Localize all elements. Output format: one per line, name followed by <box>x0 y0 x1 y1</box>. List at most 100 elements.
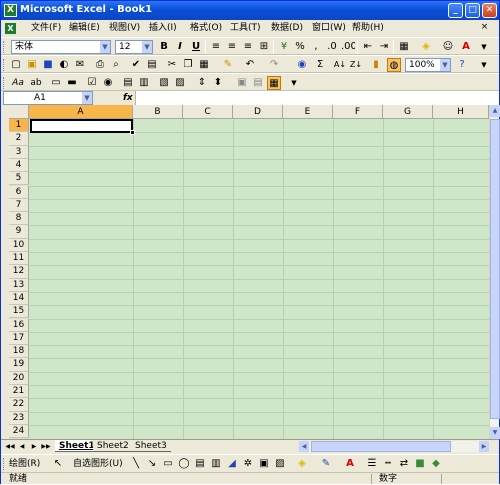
picture-icon[interactable]: ▨ <box>273 457 287 471</box>
maximize-button[interactable]: □ <box>465 3 480 18</box>
wordart-icon[interactable]: ◢ <box>225 457 239 471</box>
align-right-icon[interactable]: ≡ <box>241 40 255 54</box>
font-size-select[interactable]: 12 ▼ <box>115 40 153 54</box>
menu-file[interactable]: 文件(F) <box>31 22 61 35</box>
workbook-icon[interactable]: X <box>5 23 16 34</box>
vertical-scroll-thumb[interactable] <box>490 119 500 419</box>
toolbar-grip[interactable] <box>3 41 6 53</box>
zoom-select[interactable]: 100% ▼ <box>405 58 451 72</box>
column-header[interactable]: E <box>283 105 333 119</box>
oval-tool-icon[interactable]: ◯ <box>177 457 191 471</box>
font-name-select[interactable]: 宋体 ▼ <box>11 40 111 54</box>
close-button[interactable]: ✕ <box>482 3 497 18</box>
underline-button[interactable]: U <box>189 40 203 54</box>
column-header[interactable]: D <box>233 105 283 119</box>
diagram-icon[interactable]: ✲ <box>241 457 255 471</box>
row-header[interactable]: 18 <box>9 345 29 359</box>
scroll-down-icon[interactable]: ▼ <box>490 427 500 439</box>
hyperlink-icon[interactable]: ◉ <box>295 58 309 72</box>
research-icon[interactable]: ▤ <box>145 58 159 72</box>
sort-ascending-icon[interactable]: A↓ <box>333 58 347 72</box>
active-cell-a1[interactable] <box>30 119 135 135</box>
next-sheet-icon[interactable]: ▶ <box>29 441 39 452</box>
toolbar-grip[interactable] <box>3 77 6 89</box>
column-header[interactable]: G <box>383 105 433 119</box>
option-button-icon[interactable]: ◉ <box>101 76 115 90</box>
scroll-bar-icon[interactable]: ⇕ <box>195 76 209 90</box>
horizontal-scroll-thumb[interactable] <box>311 441 451 452</box>
menu-insert[interactable]: 插入(I) <box>149 22 177 35</box>
autosum-icon[interactable]: Σ <box>313 58 327 72</box>
menu-format[interactable]: 格式(O) <box>190 22 222 35</box>
menu-edit[interactable]: 编辑(E) <box>69 22 100 35</box>
chart-wizard-icon[interactable]: ▮ <box>369 58 383 72</box>
group-box-icon[interactable]: ▭ <box>49 76 63 90</box>
font-color-icon[interactable]: A <box>343 457 357 471</box>
close-workbook-button[interactable]: × <box>478 22 491 35</box>
chevron-down-icon[interactable]: ▼ <box>287 76 301 90</box>
menu-data[interactable]: 数据(D) <box>271 22 303 35</box>
decrease-indent-icon[interactable]: ⇤ <box>361 40 375 54</box>
rectangle-tool-icon[interactable]: ▭ <box>161 457 175 471</box>
shadow-style-icon[interactable]: ■ <box>413 457 427 471</box>
new-document-icon[interactable]: ▢ <box>9 58 23 72</box>
scroll-right-icon[interactable]: ▶ <box>479 441 489 452</box>
scroll-up-icon[interactable]: ▲ <box>490 105 500 117</box>
spinner-icon[interactable]: ⬍ <box>211 76 225 90</box>
line-color-icon[interactable]: ✎ <box>319 457 333 471</box>
copy-icon[interactable]: ❐ <box>181 58 195 72</box>
row-header[interactable]: 8 <box>9 212 29 226</box>
email-icon[interactable]: ✉ <box>73 58 87 72</box>
save-icon[interactable]: ■ <box>41 58 55 72</box>
print-preview-icon[interactable]: ⌕ <box>109 58 123 72</box>
row-header[interactable]: 4 <box>9 158 29 173</box>
chevron-down-icon[interactable]: ▼ <box>100 41 110 53</box>
help-icon[interactable]: ? <box>455 58 469 72</box>
insert-function-button[interactable]: fx <box>123 91 133 105</box>
italic-button[interactable]: I <box>173 40 187 54</box>
chevron-down-icon[interactable]: ▼ <box>477 58 491 72</box>
row-header[interactable]: 9 <box>9 225 29 239</box>
borders-icon[interactable]: ▦ <box>397 40 411 54</box>
sort-descending-icon[interactable]: Z↓ <box>349 58 363 72</box>
percent-icon[interactable]: % <box>293 40 307 54</box>
vertical-scrollbar[interactable]: ▲ ▼ <box>489 105 500 439</box>
vertical-text-box-icon[interactable]: ▥ <box>209 457 223 471</box>
toggle-grid-icon[interactable]: ▦ <box>267 76 281 90</box>
menu-help[interactable]: 帮助(H) <box>352 22 384 35</box>
chevron-down-icon[interactable]: ▼ <box>477 40 491 54</box>
merge-center-icon[interactable]: ⊞ <box>257 40 271 54</box>
edit-code-icon[interactable]: ▤ <box>251 76 265 90</box>
last-sheet-icon[interactable]: ▶▶ <box>41 441 51 452</box>
toolbar-grip[interactable] <box>3 458 6 470</box>
scroll-left-icon[interactable]: ◀ <box>299 441 309 452</box>
select-objects-icon[interactable]: ↖ <box>51 457 65 471</box>
row-header[interactable]: 1 <box>9 119 29 133</box>
decrease-decimal-icon[interactable]: .00 <box>341 40 355 54</box>
autoshapes-menu-button[interactable]: 自选图形(U) <box>73 458 123 470</box>
draw-menu-button[interactable]: 绘图(R) <box>9 458 40 470</box>
spelling-icon[interactable]: ✔ <box>129 58 143 72</box>
chevron-down-icon[interactable]: ▼ <box>82 92 92 104</box>
line-tool-icon[interactable]: ╲ <box>129 457 143 471</box>
currency-icon[interactable]: ¥ <box>277 40 291 54</box>
align-left-icon[interactable]: ≡ <box>209 40 223 54</box>
menu-window[interactable]: 窗口(W) <box>312 22 346 35</box>
cut-icon[interactable]: ✂ <box>165 58 179 72</box>
row-header[interactable]: 15 <box>9 305 29 319</box>
redo-icon[interactable]: ↷ <box>267 58 281 72</box>
prev-sheet-icon[interactable]: ◀ <box>17 441 27 452</box>
button-control-icon[interactable]: ▬ <box>65 76 79 90</box>
menu-view[interactable]: 视图(V) <box>109 22 140 35</box>
arrow-style-icon[interactable]: ⇄ <box>397 457 411 471</box>
column-header[interactable]: B <box>133 105 183 119</box>
emoji-icon[interactable]: ☺ <box>441 40 455 54</box>
sheet-tab-sheet2[interactable]: Sheet2 <box>93 440 133 452</box>
row-header[interactable]: 21 <box>9 385 29 399</box>
row-header[interactable]: 6 <box>9 185 29 199</box>
formula-input[interactable] <box>135 91 499 105</box>
combo-dropdown-edit-icon[interactable]: ▨ <box>173 76 187 90</box>
row-header[interactable]: 16 <box>9 318 29 332</box>
column-header[interactable]: F <box>333 105 383 119</box>
combo-list-edit-icon[interactable]: ▧ <box>157 76 171 90</box>
